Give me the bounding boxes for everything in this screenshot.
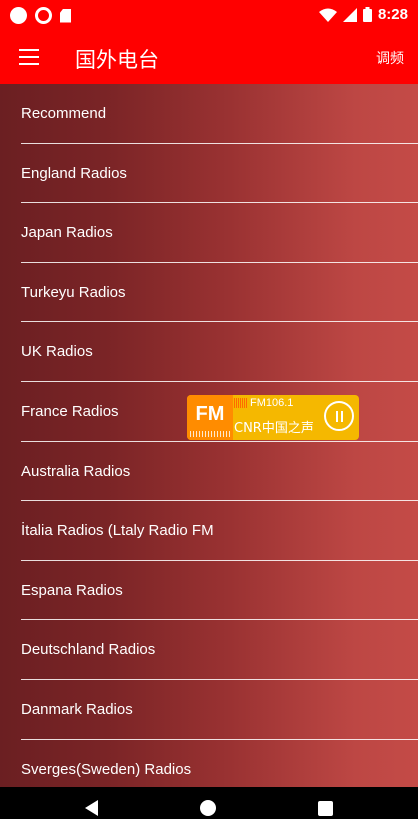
record-icon <box>35 7 52 24</box>
list-item-turkey[interactable]: Turkeyu Radios <box>21 263 418 323</box>
player-station: CNR中国之声 <box>234 421 314 436</box>
status-right: 8:28 <box>318 6 408 23</box>
battery-icon <box>362 7 372 22</box>
notification-dot-icon <box>10 7 27 24</box>
pause-button[interactable] <box>324 401 354 431</box>
status-bar: 8:28 <box>0 0 418 32</box>
list-item-sweden[interactable]: Sverges(Sweden) Radios <box>21 740 418 787</box>
list-item-deutschland[interactable]: Deutschland Radios <box>21 620 418 680</box>
signal-bars-icon <box>234 398 248 408</box>
fm-logo: FM <box>187 395 233 440</box>
list-item-recommend[interactable]: Recommend <box>21 84 418 144</box>
app-bar: 国外电台 调频 <box>0 32 418 84</box>
list-item-italia[interactable]: İtalia Radios (Ltaly Radio FM <box>21 501 418 561</box>
list-item-japan[interactable]: Japan Radios <box>21 203 418 263</box>
navigation-bar <box>0 787 418 819</box>
list-item-danmark[interactable]: Danmark Radios <box>21 680 418 740</box>
equalizer-icon <box>190 431 230 437</box>
back-icon[interactable] <box>85 800 98 816</box>
signal-icon <box>342 7 357 22</box>
clock: 8:28 <box>377 6 408 23</box>
wifi-icon <box>318 8 337 22</box>
menu-icon[interactable] <box>19 49 39 67</box>
status-left <box>10 7 71 24</box>
sd-card-icon <box>60 8 71 23</box>
list-item-australia[interactable]: Australia Radios <box>21 442 418 502</box>
page-title: 国外电台 <box>75 48 159 72</box>
tune-button[interactable]: 调频 <box>376 48 404 68</box>
fm-badge-label: FM <box>195 403 225 425</box>
recents-icon[interactable] <box>318 801 333 816</box>
mini-player[interactable]: FM FM106.1 CNR中国之声 <box>187 395 359 440</box>
list-item-england[interactable]: England Radios <box>21 144 418 204</box>
home-icon[interactable] <box>200 800 216 816</box>
list-item-espana[interactable]: Espana Radios <box>21 561 418 621</box>
player-frequency: FM106.1 <box>250 397 294 409</box>
list-item-uk[interactable]: UK Radios <box>21 322 418 382</box>
